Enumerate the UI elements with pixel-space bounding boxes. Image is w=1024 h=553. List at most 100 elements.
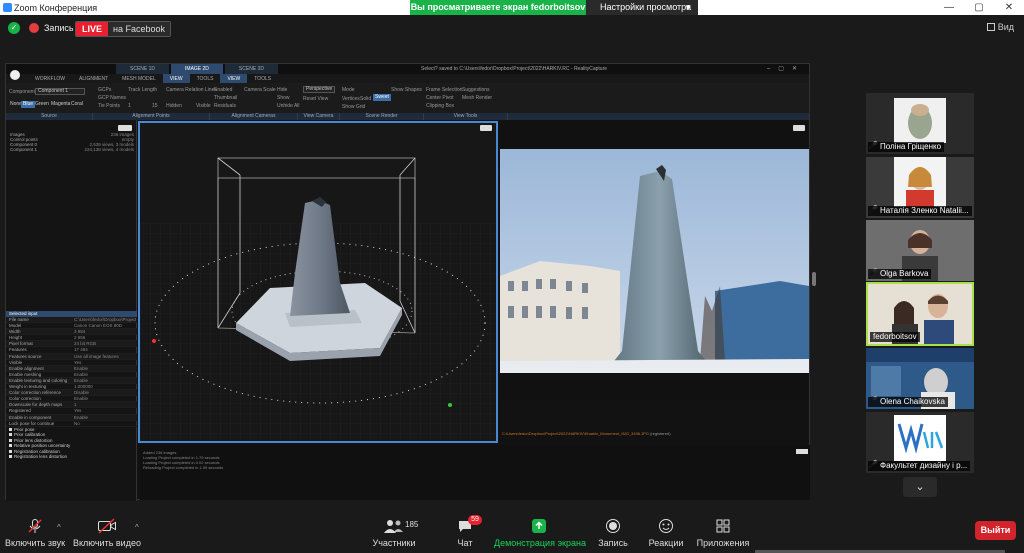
tab-scene-3d[interactable]: SCENE 3D (224, 64, 278, 74)
recording-label[interactable]: Запись (44, 23, 74, 33)
reactions-button[interactable]: Реакции (646, 509, 686, 553)
rc-menu-tools-2[interactable]: TOOLS (247, 74, 278, 83)
property-value: C:\Users\fedor\Dropbox\Project... (74, 317, 136, 322)
record-button[interactable]: Запись (594, 509, 632, 553)
track-max: 15 (152, 103, 158, 109)
rc-menu-view-1[interactable]: VIEW (162, 74, 190, 83)
vertices-button[interactable]: Vertices (342, 96, 360, 102)
mode-coral[interactable]: Coral (69, 101, 85, 108)
participant-tile[interactable]: 🎤 Факультет дизайну і р... (866, 412, 974, 473)
participant-tile[interactable]: 🎤 Olena Chaikovska (866, 348, 974, 409)
rc-menu-view-2[interactable]: VIEW (220, 74, 248, 83)
collapse-participants-button[interactable]: ⌄ (903, 477, 937, 497)
property-value: 1.000000 (74, 384, 93, 390)
tie-points-toggle[interactable]: Tie Points (98, 103, 120, 109)
thumbnail-toggle[interactable]: Thumbnail (214, 95, 237, 101)
share-screen-icon (532, 519, 546, 533)
suggestions-button[interactable]: Suggestions (462, 87, 490, 93)
panel-layout-icon[interactable] (118, 125, 132, 131)
participant-tile-active[interactable]: fedorboitsov (866, 282, 974, 346)
participant-tile[interactable]: 🎤 Наталія Зленко Natalii... (866, 157, 974, 218)
participant-tile[interactable]: 🎤 Olga Barkova (866, 220, 974, 281)
rc-console: Added 236 images Loading Project complet… (140, 445, 810, 500)
clipping-box-button[interactable]: Clipping Box (426, 103, 454, 109)
property-value: Canon Canon EOS 80D (74, 323, 123, 329)
residuals-toggle[interactable]: Residuals (214, 103, 236, 109)
property-key: Width (9, 329, 21, 335)
property-rows: File name C:\Users\fedor\Dropbox\Project.… (6, 317, 137, 427)
tab-image-2d[interactable]: IMAGE 2D (171, 64, 223, 74)
start-video-button[interactable]: Включить видео (73, 509, 141, 553)
track-min: 1 (128, 103, 131, 109)
property-key: Registered (9, 408, 31, 414)
rc-menu-mesh-model[interactable]: MESH MODEL (115, 74, 163, 83)
rc-menu-alignment[interactable]: ALIGNMENT (72, 74, 115, 83)
mode-label: Mode (342, 87, 355, 93)
minimize-button[interactable]: — (934, 0, 964, 15)
property-value: Disable (74, 390, 90, 396)
solid-button[interactable]: Solid (360, 96, 371, 102)
image-layout-icon[interactable] (793, 125, 805, 131)
monument-photo (500, 149, 809, 401)
smiley-icon (659, 519, 673, 533)
projection-select[interactable]: Perspective (303, 86, 335, 93)
split-resize-handle[interactable] (812, 272, 816, 286)
share-screen-button[interactable]: Демонстрация экрана (494, 509, 586, 553)
property-value: 1 (74, 402, 77, 408)
participant-tile[interactable]: 🎤 Поліна Гріщенко (866, 93, 974, 154)
show-shapes-toggle[interactable]: Show Shapes (391, 87, 422, 93)
property-value: Yes (74, 359, 82, 365)
property-value: Enable (74, 396, 89, 402)
rc-menu-tools-1[interactable]: TOOLS (190, 74, 221, 83)
participants-button[interactable]: Участники (368, 509, 420, 553)
property-value: Enable (74, 365, 89, 371)
image-path: C:\Users\fedor\Dropbox\Project\2022\HARK… (502, 431, 649, 436)
view-settings-menu[interactable]: Настройки просмотра ▼ (586, 0, 698, 15)
view-switch-button[interactable]: Вид (986, 22, 1014, 32)
sweet-button[interactable]: Sweet (373, 94, 391, 101)
tree-row[interactable]: Component 1 224,138 views, 4 models (10, 147, 134, 152)
realitycapture-logo-icon[interactable] (10, 70, 20, 80)
frame-selection-button[interactable]: Frame Selection (426, 87, 462, 93)
image-2d-viewport[interactable] (500, 121, 809, 401)
record-label: Запись (598, 538, 628, 548)
security-shield-icon[interactable]: ✓ (8, 22, 20, 34)
monument-3d-scene (140, 157, 496, 441)
scene-3d-viewport[interactable] (138, 121, 498, 443)
mesh-render-button[interactable]: Mesh Render (462, 95, 492, 101)
hide-button[interactable]: Hide (277, 87, 287, 93)
console-layout-icon[interactable] (796, 449, 808, 454)
viewport-layout-icon[interactable] (480, 125, 492, 131)
property-value: 17 484 (74, 347, 88, 353)
tab-scene-1d[interactable]: SCENE 1D (116, 64, 170, 74)
component-select[interactable]: Component 1 (35, 88, 85, 95)
maximize-button[interactable]: ▢ (964, 0, 994, 15)
leave-meeting-button[interactable]: Выйти (975, 521, 1016, 540)
close-button[interactable]: ✕ (994, 0, 1024, 15)
track-length-label: Track Length (128, 87, 157, 93)
show-button[interactable]: Show (277, 95, 290, 101)
building-left (500, 261, 620, 361)
window-controls: — ▢ ✕ (934, 0, 1024, 15)
property-value: Enable (74, 377, 89, 383)
prior-checkbox[interactable]: Registration lens distortion (6, 454, 137, 460)
reset-view-button[interactable]: Reset View (303, 96, 328, 102)
chevron-up-icon[interactable]: ^ (135, 523, 139, 532)
center-pivot-button[interactable]: Center Pivot (426, 95, 454, 101)
rc-menu-workflow[interactable]: WORKFLOW (28, 74, 72, 83)
show-grid-toggle[interactable]: Show Grid (342, 104, 365, 110)
apps-button[interactable]: Приложения (696, 509, 750, 553)
unhide-all-button[interactable]: Unhide All (277, 103, 300, 109)
gcps-toggle[interactable]: GCPs (98, 87, 111, 93)
live-stream-indicator[interactable]: LIVE на Facebook (75, 21, 172, 37)
recording-icon (29, 23, 39, 33)
chevron-up-icon[interactable]: ^ (57, 523, 61, 532)
gcp-names-toggle[interactable]: GCP Names (98, 95, 126, 101)
window-title: Zoom Конференция (14, 2, 98, 13)
group-view-tools: View Tools (424, 113, 508, 120)
property-key: Model (9, 323, 22, 329)
rc-window-controls[interactable]: –▢✕ (767, 65, 805, 72)
enabled-toggle[interactable]: Enabled (214, 87, 232, 93)
camera-relation-label: Camera Relation Lines (166, 87, 217, 93)
chevron-down-icon: ⌄ (915, 481, 925, 493)
